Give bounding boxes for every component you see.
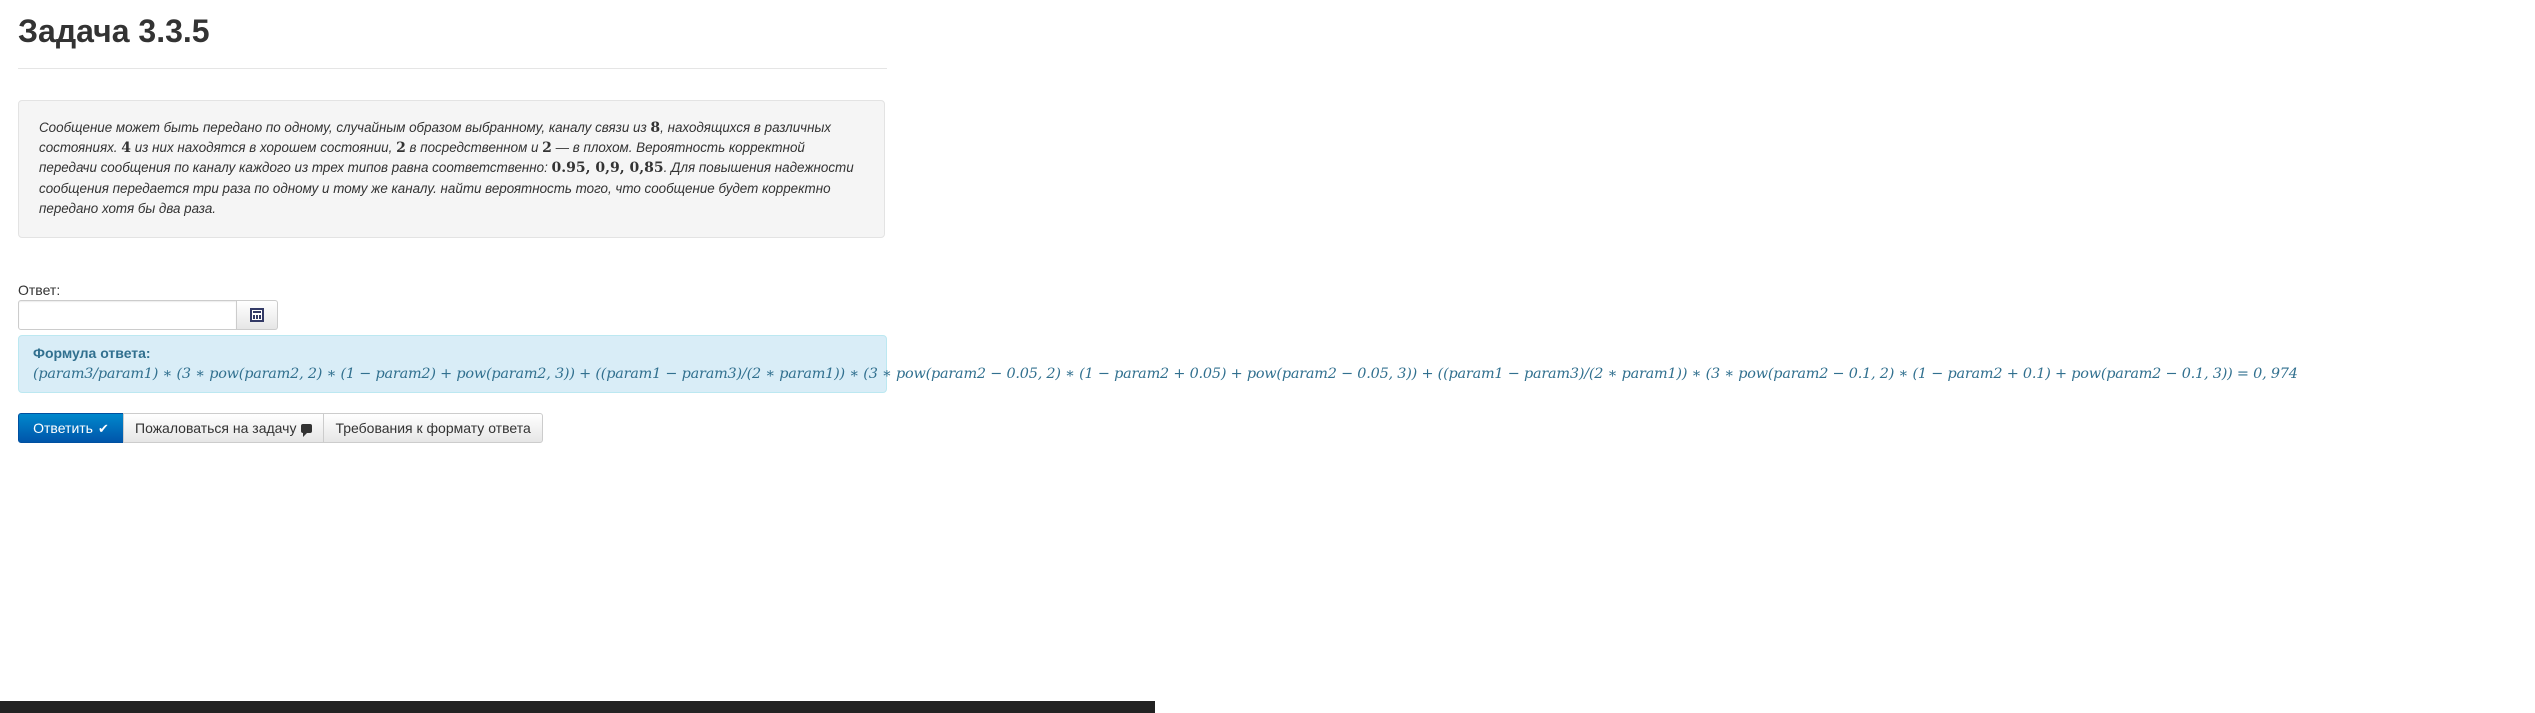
answer-input[interactable] <box>18 300 237 330</box>
complain-button[interactable]: Пожаловаться на задачу <box>123 413 325 443</box>
submit-answer-label: Ответить <box>33 420 93 436</box>
problem-text-part: в посредственном и <box>405 140 543 156</box>
problem-number: 8 <box>650 120 661 136</box>
page: Задача 3.3.5 Сообщение может быть переда… <box>0 0 2535 713</box>
comment-icon <box>301 423 313 437</box>
answer-format-label: Требования к формату ответа <box>335 420 531 436</box>
problem-statement-box: Сообщение может быть передано по одному,… <box>18 100 885 238</box>
answer-formula-box: Формула ответа: (param3/param1) ∗ (3 ∗ p… <box>18 335 2298 393</box>
problem-number: 2 <box>542 140 552 157</box>
footer-bar <box>0 701 1155 713</box>
title-divider <box>18 68 887 69</box>
complain-label: Пожаловаться на задачу <box>135 420 297 436</box>
answer-input-group <box>18 300 278 330</box>
page-title: Задача 3.3.5 <box>18 13 210 49</box>
formula-expression: (param3/param1) ∗ (3 ∗ pow(param2, 2) ∗ … <box>33 366 2298 382</box>
problem-text: Сообщение может быть передано по одному,… <box>39 118 864 219</box>
problem-number: 0.95, 0,9, 0,85 <box>551 160 664 177</box>
calculator-button[interactable] <box>237 300 278 330</box>
answer-label: Ответ: <box>18 282 61 298</box>
submit-answer-button[interactable]: Ответить ✔ <box>18 413 124 443</box>
answer-format-button[interactable]: Требования к формату ответа <box>323 413 543 443</box>
problem-number: 2 <box>396 140 406 157</box>
formula-label: Формула ответа: <box>33 345 151 361</box>
problem-text-part: из них находятся в хорошем состоянии, <box>131 140 397 156</box>
problem-text-part: Сообщение может быть передано по одному,… <box>39 120 651 135</box>
action-buttons: Ответить ✔ Пожаловаться на задачу Требов… <box>18 413 543 443</box>
check-icon: ✔ <box>97 420 109 436</box>
problem-number: 4 <box>121 140 132 157</box>
calculator-icon <box>250 308 264 322</box>
